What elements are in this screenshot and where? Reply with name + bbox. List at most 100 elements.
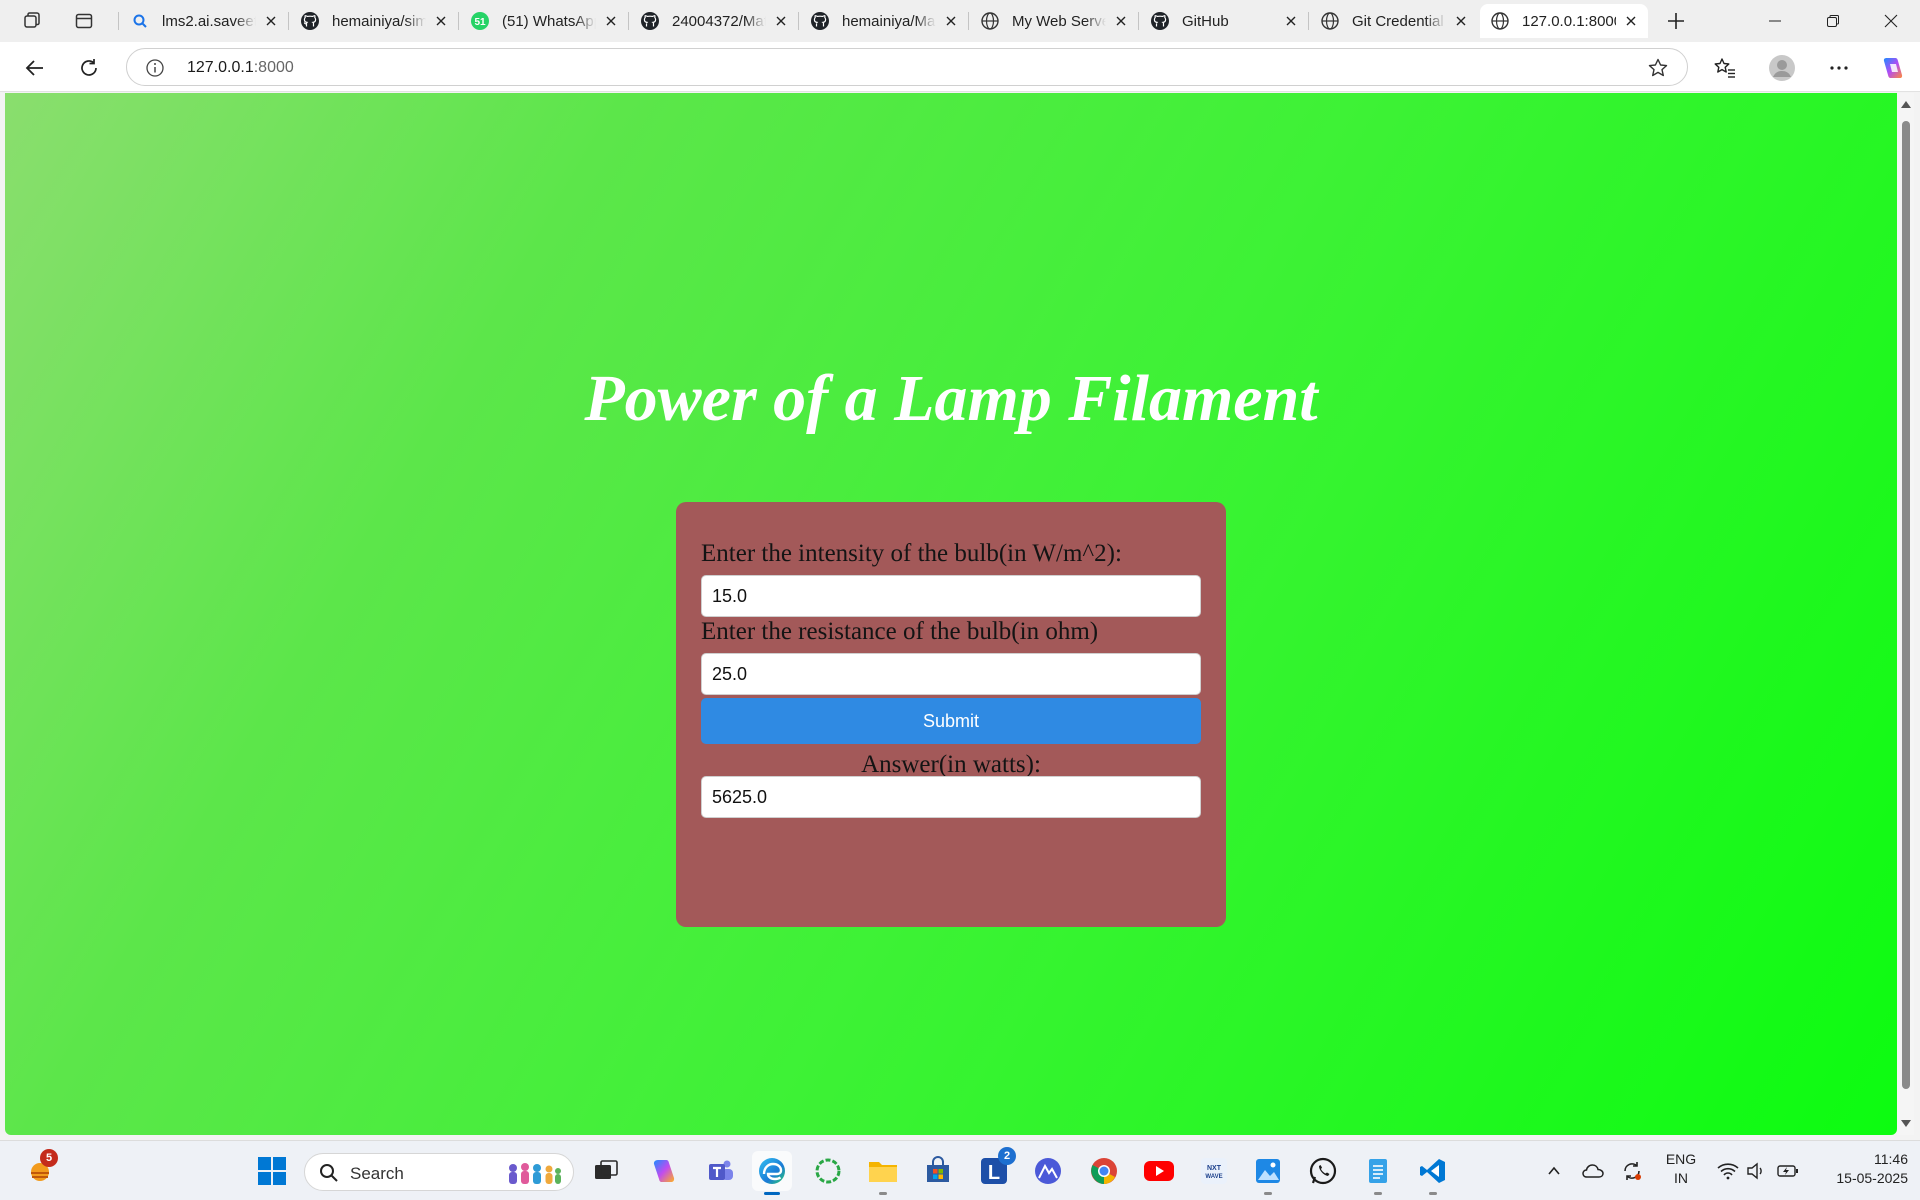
clock-time: 11:46 [1874, 1151, 1908, 1167]
refresh-icon [81, 59, 97, 76]
microsoft-store-icon[interactable] [918, 1151, 958, 1191]
close-icon[interactable] [262, 12, 280, 30]
copilot-app-icon[interactable] [644, 1151, 684, 1191]
teams-icon[interactable] [700, 1151, 740, 1191]
search-placeholder: Search [350, 1164, 404, 1183]
tab-github-hemainiya-math[interactable]: hemainiya/Math [800, 4, 968, 38]
restore-button[interactable] [1804, 0, 1862, 42]
edge-browser-icon[interactable] [752, 1151, 792, 1195]
tab-strip: lms2.ai.saveetha hemainiya/simple 51 (51… [0, 0, 1920, 42]
browser-toolbar: 127.0.0.1:8000 [0, 42, 1920, 92]
page-title: Power of a Lamp Filament [584, 362, 1318, 435]
close-icon[interactable] [1282, 12, 1300, 30]
tab-github[interactable]: GitHub [1140, 4, 1308, 38]
youtube-icon[interactable] [1139, 1151, 1179, 1191]
start-button[interactable] [252, 1151, 292, 1191]
search-icon [320, 1164, 338, 1182]
weather-widget-icon[interactable]: 5 [20, 1149, 60, 1191]
close-window-button[interactable] [1862, 0, 1920, 42]
refresh-button[interactable] [72, 51, 106, 85]
battery-icon[interactable] [1768, 1151, 1808, 1191]
close-icon[interactable] [602, 12, 620, 30]
globe-icon [1490, 11, 1510, 31]
scroll-down-arrow-icon [1901, 1120, 1911, 1127]
close-icon[interactable] [1452, 12, 1470, 30]
back-arrow-icon [25, 60, 43, 76]
vertical-scrollbar[interactable] [1897, 93, 1914, 1135]
nxtwave-icon[interactable]: NXT WAVE [1194, 1151, 1234, 1191]
language-region: IN [1674, 1170, 1688, 1186]
scroll-thumb[interactable] [1902, 121, 1910, 1089]
notepad-icon[interactable] [1358, 1151, 1398, 1195]
url-port: :8000 [253, 59, 294, 76]
file-explorer-icon[interactable] [863, 1151, 903, 1195]
favorite-star-icon[interactable] [1647, 57, 1669, 79]
resistance-input[interactable] [701, 653, 1201, 695]
minimize-button[interactable] [1746, 0, 1804, 42]
vscode-icon[interactable] [1413, 1151, 1453, 1195]
intensity-input[interactable] [701, 575, 1201, 617]
sync-icon[interactable] [1612, 1151, 1652, 1191]
plus-icon [1668, 13, 1684, 29]
github-icon [810, 11, 830, 31]
close-icon[interactable] [772, 12, 790, 30]
search-icon [130, 11, 150, 31]
tab-title: lms2.ai.saveetha [162, 12, 256, 30]
photos-icon[interactable] [1248, 1151, 1288, 1195]
language-indicator[interactable]: ENG IN [1658, 1150, 1704, 1188]
favorites-icon[interactable] [1708, 51, 1742, 85]
new-tab-button[interactable] [1660, 6, 1692, 36]
close-icon[interactable] [1622, 12, 1640, 30]
notification-badge: 5 [40, 1149, 58, 1167]
svg-text:NXT: NXT [1207, 1165, 1222, 1172]
close-icon[interactable] [942, 12, 960, 30]
github-icon [1150, 11, 1170, 31]
globe-icon [980, 11, 1000, 31]
chrome-icon[interactable] [1084, 1151, 1124, 1191]
address-bar[interactable]: 127.0.0.1:8000 [126, 48, 1688, 86]
windows-logo-icon [258, 1157, 286, 1185]
notification-badge: 2 [998, 1147, 1016, 1165]
svg-text:51: 51 [474, 17, 486, 28]
clock[interactable]: 11:46 15-05-2025 [1808, 1150, 1908, 1188]
mountain-app-icon[interactable] [1028, 1151, 1068, 1191]
github-icon [640, 11, 660, 31]
resistance-label: Enter the resistance of the bulb(in ohm) [701, 618, 1099, 645]
url-text[interactable]: 127.0.0.1:8000 [187, 59, 294, 77]
tab-git-credential[interactable]: Git Credential [1310, 4, 1478, 38]
site-info-icon[interactable] [145, 58, 165, 78]
tab-whatsapp[interactable]: 51 (51) WhatsApp [460, 4, 628, 38]
tab-github-simple[interactable]: hemainiya/simple [290, 4, 458, 38]
tab-title: 24004372/Math [672, 12, 766, 30]
l-app-icon[interactable]: L 2 [974, 1147, 1016, 1191]
tab-title: hemainiya/Math [842, 12, 936, 30]
globe-icon [1320, 11, 1340, 31]
back-button[interactable] [18, 51, 52, 85]
submit-button[interactable]: Submit [701, 698, 1201, 744]
scroll-up-arrow-icon [1901, 101, 1911, 108]
tab-lms[interactable]: lms2.ai.saveetha [120, 4, 288, 38]
chevron-up-icon[interactable] [1534, 1151, 1574, 1191]
tab-web-server[interactable]: My Web Server [970, 4, 1138, 38]
taskbar-search[interactable]: Search [304, 1153, 574, 1191]
close-icon[interactable] [1112, 12, 1130, 30]
circular-app-icon[interactable] [808, 1151, 848, 1191]
onedrive-icon[interactable] [1573, 1151, 1613, 1191]
close-icon[interactable] [432, 12, 450, 30]
windows-taskbar: 5 Search L 2 NXT WAVE ENG IN 11:46 15-05… [0, 1140, 1920, 1200]
workspaces-icon[interactable] [16, 6, 48, 36]
whatsapp-icon[interactable] [1303, 1151, 1343, 1191]
calculator-form: Enter the intensity of the bulb(in W/m^2… [676, 502, 1226, 927]
answer-output[interactable] [701, 776, 1201, 818]
task-view-icon[interactable] [586, 1151, 626, 1191]
copilot-icon[interactable] [1876, 51, 1910, 85]
intensity-label: Enter the intensity of the bulb(in W/m^2… [701, 540, 1122, 567]
answer-label: Answer(in watts): [861, 751, 1041, 778]
url-host: 127.0.0.1 [187, 59, 254, 76]
language-code: ENG [1665, 1151, 1697, 1167]
tab-actions-icon[interactable] [68, 6, 100, 36]
more-options-icon[interactable] [1822, 51, 1856, 85]
profile-avatar-icon[interactable] [1765, 51, 1799, 85]
tab-localhost[interactable]: 127.0.0.1:8000 [1480, 4, 1648, 38]
tab-github-math[interactable]: 24004372/Math [630, 4, 798, 38]
